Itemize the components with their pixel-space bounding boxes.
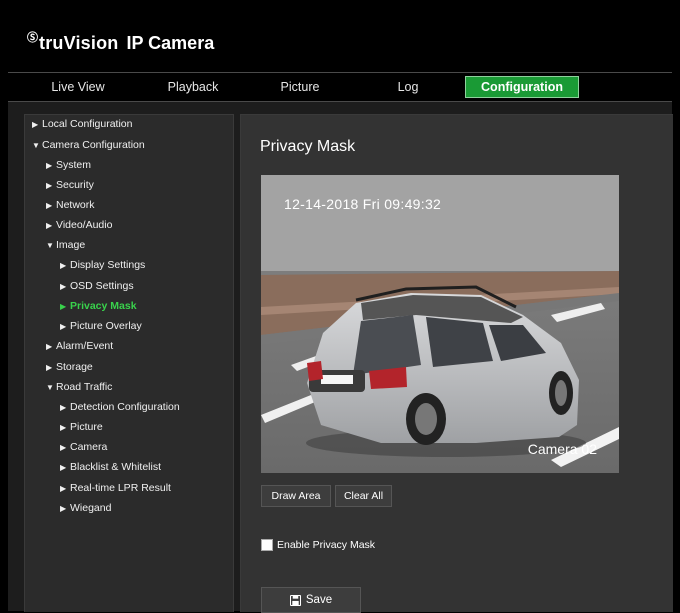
triangle-down-icon: ▼ [46,383,54,392]
enable-privacy-mask-checkbox[interactable] [261,539,273,551]
triangle-right-icon: ▶ [60,302,67,311]
triangle-right-icon: ▶ [60,423,67,432]
floppy-disk-icon [289,594,301,606]
triangle-right-icon: ▶ [60,504,67,513]
sidebar-item-network[interactable]: ▶ Network [46,197,95,213]
tab-configuration[interactable]: Configuration [465,76,579,98]
product-name: IP Camera [126,33,215,53]
live-video-preview[interactable]: 12-14-2018 Fri 09:49:32 Camera 02 [261,175,619,473]
sidebar-item-wiegand[interactable]: ▶ Wiegand [60,500,111,516]
tab-picture[interactable]: Picture [250,77,350,97]
page-title: Privacy Mask [260,138,356,155]
triangle-right-icon: ▶ [60,282,67,291]
triangle-right-icon: ▶ [60,443,67,452]
triangle-right-icon: ▶ [32,120,39,129]
brand-logo: Ⓢ truVision IP Camera [27,32,215,54]
sidebar-item-storage[interactable]: ▶ Storage [46,359,93,375]
sidebar-item-privacy-mask[interactable]: ▶ Privacy Mask [60,298,137,314]
main-nav: Live View Playback Picture Log Configura… [8,72,672,102]
draw-area-button[interactable]: Draw Area [261,485,331,507]
triangle-down-icon: ▼ [46,241,54,250]
clear-all-button[interactable]: Clear All [335,485,392,507]
sidebar-item-picture[interactable]: ▶ Picture [60,419,103,435]
osd-datetime: 12-14-2018 Fri 09:49:32 [284,196,442,212]
triangle-right-icon: ▶ [60,463,67,472]
sidebar-item-osd-settings[interactable]: ▶ OSD Settings [60,278,134,294]
triangle-down-icon: ▼ [32,141,40,150]
sidebar-item-road-traffic[interactable]: ▼ Road Traffic [46,379,112,395]
triangle-right-icon: ▶ [60,484,67,493]
triangle-right-icon: ▶ [46,363,53,372]
save-button[interactable]: Save [261,587,361,613]
sidebar-item-security[interactable]: ▶ Security [46,177,94,193]
brand-mark-icon: Ⓢ [27,32,38,44]
osd-camera-name: Camera 02 [527,441,597,457]
triangle-right-icon: ▶ [46,221,53,230]
triangle-right-icon: ▶ [46,161,53,170]
sidebar-item-alarm-event[interactable]: ▶ Alarm/Event [46,338,113,354]
save-button-label: Save [305,594,333,606]
sidebar-item-camera-configuration[interactable]: ▼ Camera Configuration [32,137,145,153]
sidebar-item-system[interactable]: ▶ System [46,157,91,173]
tab-log[interactable]: Log [358,77,458,97]
sidebar-item-realtime-lpr-result[interactable]: ▶ Real-time LPR Result [60,480,171,496]
triangle-right-icon: ▶ [60,403,67,412]
sidebar-item-camera[interactable]: ▶ Camera [60,439,107,455]
enable-privacy-mask-row: Enable Privacy Mask [261,539,375,551]
brand-name: truVision [39,33,119,53]
triangle-right-icon: ▶ [46,181,53,190]
enable-privacy-mask-label: Enable Privacy Mask [277,539,376,551]
tab-live-view[interactable]: Live View [28,77,128,97]
triangle-right-icon: ▶ [46,201,53,210]
tab-playback[interactable]: Playback [143,77,243,97]
triangle-right-icon: ▶ [46,342,53,351]
sidebar-item-detection-configuration[interactable]: ▶ Detection Configuration [60,399,180,415]
sidebar-item-video-audio[interactable]: ▶ Video/Audio [46,217,112,233]
sidebar-item-picture-overlay[interactable]: ▶ Picture Overlay [60,318,142,334]
triangle-right-icon: ▶ [60,261,67,270]
sidebar-item-blacklist-whitelist[interactable]: ▶ Blacklist & Whitelist [60,459,161,475]
sidebar-item-image[interactable]: ▼ Image [46,237,85,253]
sidebar-item-display-settings[interactable]: ▶ Display Settings [60,257,145,273]
camera-scene-image [261,175,619,473]
triangle-right-icon: ▶ [60,322,67,331]
sidebar-item-local-configuration[interactable]: ▶ Local Configuration [32,116,132,132]
